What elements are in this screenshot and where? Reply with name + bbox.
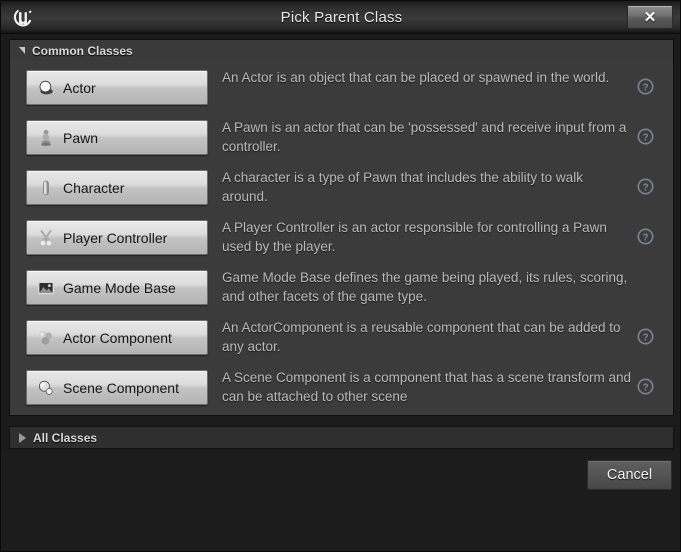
common-classes-label: Common Classes bbox=[32, 43, 133, 58]
unreal-engine-logo-icon bbox=[9, 3, 41, 33]
class-description: A Scene Component is a component that ha… bbox=[222, 370, 631, 404]
class-label: Actor bbox=[63, 79, 96, 96]
player-controller-icon bbox=[35, 227, 57, 249]
list-item: Player Controller A Player Controller is… bbox=[11, 212, 672, 262]
cancel-button[interactable]: Cancel bbox=[587, 460, 672, 490]
game-mode-base-icon bbox=[35, 277, 57, 299]
chevron-down-icon bbox=[19, 47, 25, 54]
pawn-icon bbox=[35, 127, 57, 149]
page-title: Pick Parent Class bbox=[280, 9, 403, 26]
scene-component-icon bbox=[35, 377, 57, 399]
list-item: Actor Component An ActorComponent is a r… bbox=[11, 312, 672, 362]
svg-text:?: ? bbox=[642, 132, 648, 143]
class-button-character[interactable]: Character bbox=[26, 170, 208, 205]
svg-text:?: ? bbox=[642, 332, 648, 343]
help-circle-icon[interactable]: ? bbox=[637, 328, 654, 345]
class-label: Pawn bbox=[63, 129, 99, 146]
class-label: Character bbox=[63, 179, 125, 196]
common-classes-panel: Common Classes Actor An Actor is an obje… bbox=[9, 39, 674, 416]
svg-text:?: ? bbox=[642, 382, 648, 393]
svg-text:?: ? bbox=[642, 82, 648, 93]
svg-text:?: ? bbox=[642, 182, 648, 193]
class-description: Game Mode Base defines the game being pl… bbox=[222, 270, 628, 304]
class-button-pawn[interactable]: Pawn bbox=[26, 120, 208, 155]
class-button-scene-component[interactable]: Scene Component bbox=[26, 370, 208, 405]
list-item: Actor An Actor is an object that can be … bbox=[11, 62, 672, 112]
class-button-player-controller[interactable]: Player Controller bbox=[26, 220, 208, 255]
class-description: A character is a type of Pawn that inclu… bbox=[222, 170, 583, 204]
pick-parent-class-dialog: Pick Parent Class ✕ Common Classes Actor… bbox=[0, 0, 681, 552]
list-item: Game Mode Base Game Mode Base defines th… bbox=[11, 262, 672, 312]
class-label: Player Controller bbox=[63, 229, 168, 246]
class-description: A Player Controller is an actor responsi… bbox=[222, 220, 607, 254]
class-label: Game Mode Base bbox=[63, 279, 176, 296]
class-description: A Pawn is an actor that can be 'possesse… bbox=[222, 120, 627, 154]
class-description: An ActorComponent is a reusable componen… bbox=[222, 320, 621, 354]
class-label: Actor Component bbox=[63, 329, 172, 346]
common-classes-header[interactable]: Common Classes bbox=[10, 40, 673, 61]
close-icon: ✕ bbox=[643, 8, 657, 26]
svg-text:?: ? bbox=[642, 232, 648, 243]
class-button-game-mode-base[interactable]: Game Mode Base bbox=[26, 270, 208, 305]
actor-sphere-icon bbox=[35, 77, 57, 99]
help-circle-icon[interactable]: ? bbox=[637, 78, 654, 95]
all-classes-header[interactable]: All Classes bbox=[9, 426, 674, 449]
dialog-footer: Cancel bbox=[1, 453, 680, 551]
chevron-right-icon bbox=[19, 432, 26, 443]
common-classes-list: Actor An Actor is an object that can be … bbox=[11, 62, 672, 414]
class-button-actor-component[interactable]: Actor Component bbox=[26, 320, 208, 355]
help-circle-icon[interactable]: ? bbox=[637, 378, 654, 395]
help-circle-icon[interactable]: ? bbox=[637, 128, 654, 145]
character-capsule-icon bbox=[35, 177, 57, 199]
class-description: An Actor is an object that can be placed… bbox=[222, 70, 610, 85]
list-item: Pawn A Pawn is an actor that can be 'pos… bbox=[11, 112, 672, 162]
class-button-actor[interactable]: Actor bbox=[26, 70, 208, 105]
all-classes-label: All Classes bbox=[33, 430, 98, 445]
list-item: Character A character is a type of Pawn … bbox=[11, 162, 672, 212]
class-label: Scene Component bbox=[63, 379, 179, 396]
close-button[interactable]: ✕ bbox=[627, 5, 673, 29]
title-bar[interactable]: Pick Parent Class ✕ bbox=[1, 1, 680, 34]
list-item: Scene Component A Scene Component is a c… bbox=[11, 362, 672, 412]
help-circle-icon[interactable]: ? bbox=[637, 178, 654, 195]
actor-component-icon bbox=[35, 327, 57, 349]
help-circle-icon[interactable]: ? bbox=[637, 228, 654, 245]
